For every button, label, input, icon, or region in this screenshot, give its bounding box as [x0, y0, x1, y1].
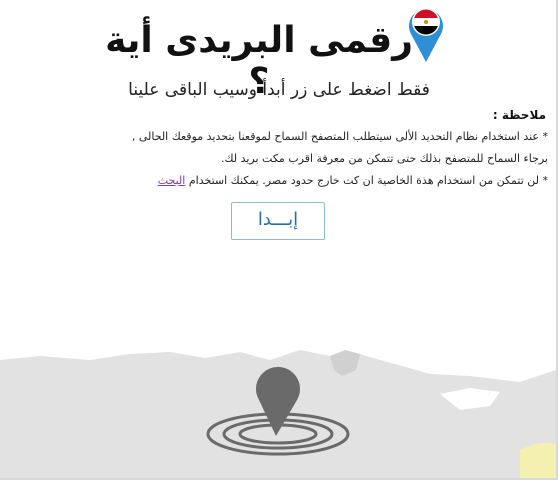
note-line: برجاء السماح للمتصفح بذلك حتى تتمكن من م…: [220, 152, 548, 165]
note-line: * عند استخدام نظام التحديد الألى سيتطلب …: [131, 130, 548, 143]
egypt-flag-pin-icon: [409, 8, 443, 63]
note-line: * لن تتمكن من استخدام هذة الخاصية ان كت …: [158, 174, 548, 187]
map-illustration: [0, 350, 556, 478]
search-link[interactable]: البحث: [158, 174, 186, 187]
note-title: ملاحظة :: [492, 108, 546, 122]
note-text: * لن تتمكن من استخدام هذة الخاصية ان كت …: [185, 174, 548, 187]
subtitle: فقط اضغط على زر أبدأ وسيب الباقى علينا: [128, 80, 430, 100]
start-button[interactable]: إبـــدا: [231, 202, 325, 240]
header: رقمى البريدى أية ؟: [0, 2, 558, 102]
